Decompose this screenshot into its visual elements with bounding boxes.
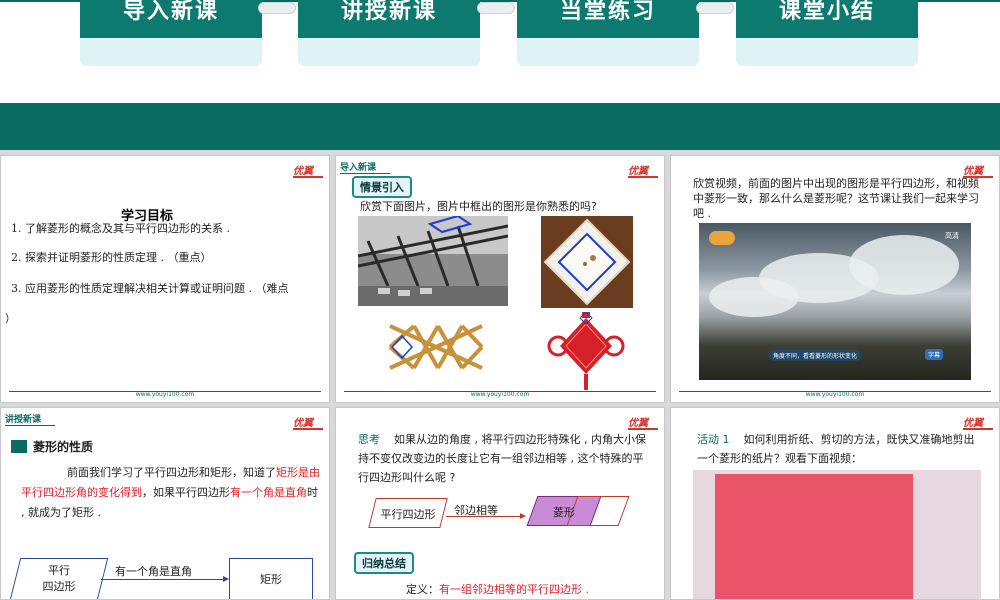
slide-activity[interactable]: 优翼 活动 1 如何利用折纸、剪切的方法，既快又准确地剪出一个菱形的纸片？观看下面… — [670, 407, 1000, 600]
folding-lattice-image — [388, 324, 484, 370]
footer-url: www.youyi100.com — [135, 391, 195, 398]
activity-label: 活动 1 — [697, 433, 730, 446]
arrow-label: 邻边相等 — [454, 504, 498, 517]
slide-rhombus-properties[interactable]: 讲授新课 优翼 菱形的性质 前面我们学习了平行四边形和矩形，知道了矩形是由平行四… — [0, 407, 330, 600]
think-paragraph: 思考 如果从边的角度 , 将平行四边形特殊化 , 内角大小保持不变仅改变边的长度让… — [358, 430, 648, 487]
cloud-shape — [709, 277, 799, 317]
cloud-shape — [849, 235, 959, 295]
think-label: 思考 — [358, 433, 380, 446]
nav-card-3[interactable]: 当堂练习 — [517, 0, 699, 66]
think-text: 如果从边的角度 , 将平行四边形特殊化 , 内角大小保持不变仅改变边的长度让它有… — [358, 433, 646, 484]
definition-line: 定义：有一组邻边相等的平行四边形 . — [406, 581, 589, 597]
video-caption: 角度不同，看看菱形的形状变化 — [769, 350, 862, 361]
brand-logo: 优翼 — [628, 414, 658, 430]
video-subtitle-badge: 字幕 — [924, 349, 943, 360]
slide-subtitle: 菱形的性质 — [11, 438, 93, 455]
nav-card-base — [298, 38, 480, 66]
footer-url: www.youyi100.com — [470, 391, 530, 398]
section-tag: 讲授新课 — [5, 412, 56, 426]
scenario-label: 情景引入 — [352, 176, 412, 198]
footer-url: www.youyi100.com — [805, 391, 865, 398]
nav-card-4[interactable]: 课堂小结 — [736, 0, 918, 66]
activity-text: 如何利用折纸、剪切的方法，既快又准确地剪出一个菱形的纸片？观看下面视频： — [697, 433, 975, 465]
nav-card-label: 当堂练习 — [517, 0, 699, 38]
scenario-question: 欣赏下面图片，图片中框出的图形是你熟悉的吗? — [360, 200, 597, 213]
body-paragraph: 前面我们学习了平行四边形和矩形，知道了矩形是由平行四边形角的变化得到，如果平行四… — [21, 463, 321, 523]
channel-logo-icon — [709, 231, 735, 245]
arrow-right-icon — [101, 576, 229, 582]
red-paper-sheet — [715, 474, 913, 599]
goal-item-3-tail: ） — [5, 312, 16, 325]
nav-card-base — [517, 38, 699, 66]
nav-connector — [477, 2, 515, 14]
activity-paragraph: 活动 1 如何利用折纸、剪切的方法，既快又准确地剪出一个菱形的纸片？观看下面视频： — [697, 430, 977, 468]
slide-scenario-intro[interactable]: 导入新课 优翼 情景引入 欣赏下面图片，图片中框出的图形是你熟悉的吗? www.… — [335, 155, 665, 403]
video-hd-badge: 高清 — [945, 232, 959, 240]
arrow-label: 有一个角是直角 — [115, 565, 192, 578]
video-player[interactable]: 高清 角度不同，看看菱形的形状变化 字幕 — [699, 223, 971, 380]
body-highlight: 有一个角是直角 — [230, 486, 307, 499]
definition-label: 定义： — [406, 583, 439, 596]
teal-footer-band — [0, 103, 1000, 150]
brand-logo: 优翼 — [963, 414, 993, 430]
body-text: ，如果平行四边形 — [142, 486, 230, 499]
brand-logo: 优翼 — [628, 162, 658, 178]
summary-label: 归纳总结 — [354, 552, 414, 574]
nav-card-label: 讲授新课 — [298, 0, 480, 38]
definition-text: 有一组邻边相等的平行四边形 . — [439, 583, 589, 596]
section-tag: 导入新课 — [340, 160, 391, 174]
nav-connector — [258, 2, 296, 14]
title-banner-slide: 导入新课 讲授新课 当堂练习 课堂小结 — [0, 0, 1000, 150]
rectangle-label: 矩形 — [260, 573, 282, 586]
nav-card-base — [736, 38, 918, 66]
chinese-knot-image — [547, 312, 625, 390]
brand-logo: 优翼 — [293, 162, 323, 178]
goal-item-3: 3. 应用菱形的性质定理解决相关计算或证明问题 . （难点 — [11, 282, 289, 295]
body-text: 前面我们学习了平行四边形和矩形，知道了 — [67, 466, 276, 479]
slide-learning-goals[interactable]: 优翼 学习目标 1. 了解菱形的概念及其与平行四边形的关系 . 2. 探索并证明… — [0, 155, 330, 403]
diamond-plate-photo — [541, 216, 633, 308]
intro-paragraph: 欣赏视频，前面的图片中出现的图形是平行四边形，和视频中菱形一致，那么什么是菱形呢… — [693, 177, 979, 220]
nav-card-1[interactable]: 导入新课 — [80, 0, 262, 66]
nav-card-2[interactable]: 讲授新课 — [298, 0, 480, 66]
slide-video-intro[interactable]: 优翼 欣赏视频，前面的图片中出现的图形是平行四边形，和视频中菱形一致，那么什么是… — [670, 155, 1000, 403]
bridge-photo — [358, 216, 508, 306]
nav-card-label: 导入新课 — [80, 0, 262, 38]
rhombus-label: 菱形 — [553, 506, 575, 519]
brand-logo: 优翼 — [293, 414, 323, 430]
nav-card-label: 课堂小结 — [736, 0, 918, 38]
parallelogram-label: 平行 四边形 — [42, 564, 76, 593]
nav-connector — [696, 2, 734, 14]
goal-item-1: 1. 了解菱形的概念及其与平行四边形的关系 . — [11, 222, 230, 235]
slide-think-summary[interactable]: 优翼 思考 如果从边的角度 , 将平行四边形特殊化 , 内角大小保持不变仅改变边的… — [335, 407, 665, 600]
goal-item-2: 2. 探索并证明菱形的性质定理 . （重点） — [11, 251, 212, 264]
parallelogram-label: 平行四边形 — [380, 508, 436, 521]
nav-card-base — [80, 38, 262, 66]
